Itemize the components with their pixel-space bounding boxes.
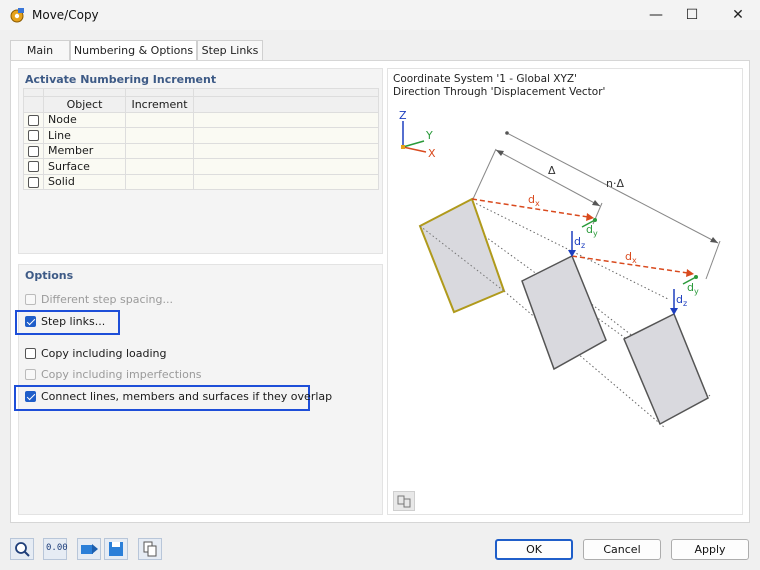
window-title: Move/Copy [32, 8, 99, 22]
cancel-button[interactable]: Cancel [583, 539, 661, 560]
save-icon [109, 542, 123, 556]
copy-including-imperfections-checkbox[interactable] [25, 368, 36, 380]
dx-label-1: d [528, 193, 535, 206]
magnifier-icon [15, 542, 30, 557]
node-checkbox[interactable] [28, 114, 39, 126]
dz-sub-2: z [683, 299, 687, 308]
copy-surface-1 [521, 254, 607, 371]
svg-text:dy: dy [687, 281, 699, 296]
dy-label-2: d [687, 281, 694, 294]
n-delta-label: n·Δ [606, 177, 624, 190]
svg-text:dz: dz [574, 235, 585, 250]
table-cell-object: Surface [43, 158, 126, 175]
table-cell-increment[interactable] [125, 158, 194, 175]
step-links-checkbox[interactable] [25, 315, 36, 327]
dy-label-1: d [586, 223, 593, 236]
copy-including-loading-option[interactable]: Copy including loading [25, 346, 167, 362]
svg-text:dx: dx [625, 250, 637, 265]
dy-sub-2: y [694, 287, 699, 296]
axis-triad-icon: Z Y X [399, 109, 436, 160]
view-options-icon [397, 495, 411, 508]
preview-options-button[interactable] [393, 491, 415, 511]
table-cell-object: Member [43, 142, 126, 159]
table-header-object: Object [43, 96, 126, 113]
numbering-group: Activate Numbering Increment Object Incr… [18, 68, 383, 254]
table-row: Surface [23, 158, 379, 175]
delta-label: Δ [548, 164, 556, 177]
copy-including-imperfections-label: Copy including imperfections [41, 368, 202, 381]
transfer-icon [81, 544, 98, 554]
table-cell-object: Solid [43, 173, 126, 190]
connect-overlap-label: Connect lines, members and surfaces if t… [41, 390, 333, 403]
axis-y-label: Y [425, 129, 433, 142]
different-step-spacing-checkbox[interactable] [25, 293, 36, 305]
original-surface [418, 197, 506, 314]
ok-button[interactable]: OK [495, 539, 573, 560]
step-links-label: Step links... [41, 315, 106, 328]
copy-including-loading-checkbox[interactable] [25, 347, 36, 359]
numbering-table: Object Increment Node Line Member Surfac… [23, 88, 379, 190]
table-header-increment: Increment [125, 96, 194, 113]
connect-overlap-option[interactable]: Connect lines, members and surfaces if t… [25, 389, 332, 405]
dz-label-2: d [676, 293, 683, 306]
different-step-spacing-label: Different step spacing... [41, 293, 173, 306]
surface-checkbox[interactable] [28, 161, 39, 173]
tab-main[interactable]: Main [10, 40, 70, 61]
axis-x-label: X [428, 147, 436, 160]
table-row: Node [23, 111, 379, 128]
title-bar: Move/Copy — ☐ ✕ [0, 0, 760, 30]
options-group-title: Options [25, 269, 74, 282]
units-tool-button[interactable]: 0.00 [43, 538, 68, 560]
svg-text:dy: dy [586, 223, 598, 238]
table-cell-object: Node [43, 111, 126, 128]
table-cell-increment[interactable] [125, 127, 194, 144]
table-row: Solid [23, 173, 379, 190]
member-checkbox[interactable] [28, 145, 39, 157]
copy-surface-2 [623, 312, 709, 426]
move-copy-app-icon [10, 8, 24, 23]
preview-panel: Coordinate System '1 - Global XYZ' Direc… [387, 68, 743, 515]
dz-label-1: d [574, 235, 581, 248]
different-step-spacing-option[interactable]: Different step spacing... [25, 292, 173, 308]
dx-sub-1: x [535, 199, 540, 208]
connect-overlap-checkbox[interactable] [25, 390, 36, 402]
table-cell-increment[interactable] [125, 173, 194, 190]
copy-including-imperfections-option[interactable]: Copy including imperfections [25, 367, 202, 383]
tab-step-links[interactable]: Step Links [197, 40, 263, 61]
tab-panel: Activate Numbering Increment Object Incr… [10, 60, 750, 523]
dx-sub-2: x [632, 256, 637, 265]
table-cell-increment[interactable] [125, 142, 194, 159]
table-row: Line [23, 127, 379, 144]
table-row: Member [23, 142, 379, 159]
solid-checkbox[interactable] [28, 176, 39, 188]
maximize-button[interactable]: ☐ [678, 4, 706, 26]
copy-tool-button[interactable] [138, 538, 162, 560]
svg-text:dx: dx [528, 193, 540, 208]
clipboard-icon [143, 541, 157, 557]
save-tool-button[interactable] [104, 538, 128, 560]
minimize-button[interactable]: — [642, 4, 670, 26]
tab-numbering-options[interactable]: Numbering & Options [70, 40, 197, 62]
table-cell-object: Line [43, 127, 126, 144]
close-button[interactable]: ✕ [724, 4, 752, 26]
table-header-blank [23, 96, 44, 113]
displacement-diagram: Z Y X Δ n·Δ dx dx dy dy dz dz [399, 109, 721, 428]
line-checkbox[interactable] [28, 130, 39, 142]
dy-sub-1: y [593, 229, 598, 238]
axis-z-label: Z [399, 109, 407, 122]
svg-text:dz: dz [676, 293, 687, 308]
step-links-option[interactable]: Step links... [25, 314, 105, 330]
search-tool-button[interactable] [10, 538, 34, 560]
copy-including-loading-label: Copy including loading [41, 347, 167, 360]
dz-sub-1: z [581, 241, 585, 250]
table-cell-increment[interactable] [125, 111, 194, 128]
apply-button[interactable]: Apply [671, 539, 749, 560]
units-icon: 0.00 [46, 543, 68, 553]
dx-label-2: d [625, 250, 632, 263]
transfer-tool-button[interactable] [77, 538, 101, 560]
numbering-group-title: Activate Numbering Increment [25, 73, 217, 86]
